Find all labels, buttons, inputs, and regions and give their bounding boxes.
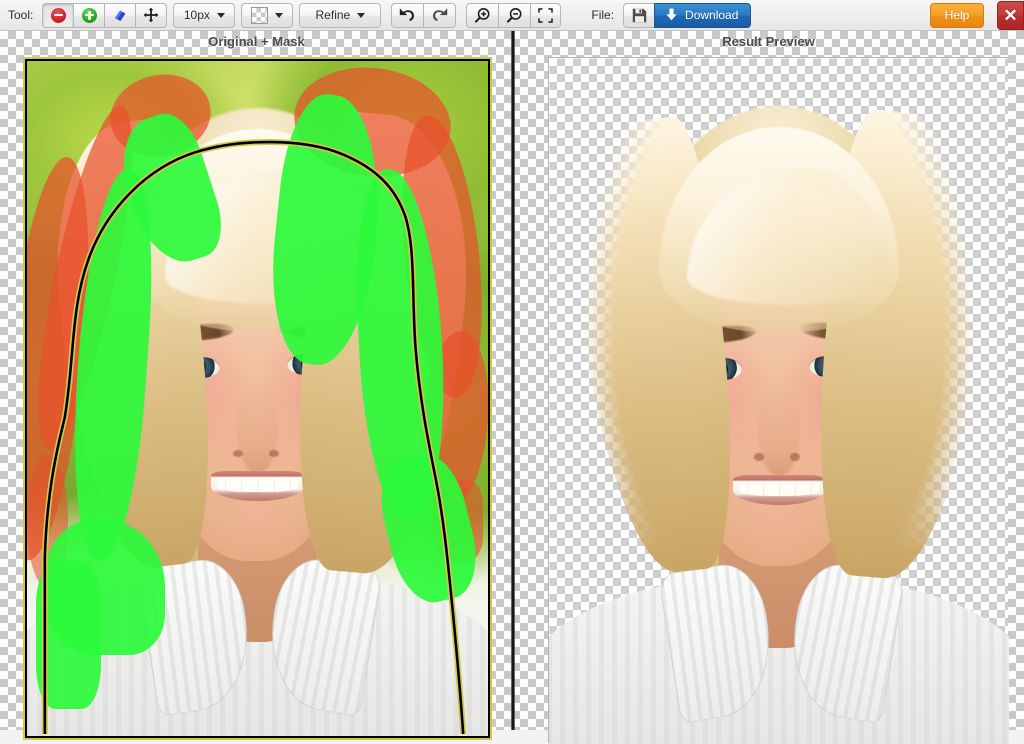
zoom-out-button[interactable] [498,2,531,28]
close-button[interactable]: ✕ [997,1,1024,30]
hair-front [549,58,1009,744]
download-label: Download [685,8,739,22]
history-button-group [391,2,457,28]
file-label: File: [591,8,615,22]
background-swatch-dropdown[interactable] [241,2,294,28]
chevron-down-icon [275,12,284,18]
help-label: Help [944,8,970,22]
redo-button[interactable] [423,2,457,28]
fit-to-screen-icon [538,7,554,23]
save-button[interactable] [623,2,655,28]
download-arrow-icon [665,8,678,22]
right-panel-title: Result Preview [722,34,815,49]
refine-dropdown[interactable]: Refine [299,2,382,28]
move-cross-icon [143,7,159,23]
fit-to-screen-button[interactable] [530,2,562,28]
left-panel-title: Original + Mask [208,34,305,49]
pan-move-tool-button[interactable] [135,2,168,28]
panel-divider[interactable] [511,31,515,730]
zoom-in-button[interactable] [466,2,499,28]
green-plus-circle-icon [81,7,97,23]
undo-arrow-icon [399,7,416,23]
file-button-group: Download [623,2,752,28]
zoom-out-icon [506,7,523,24]
keep-foreground-tool-button[interactable] [73,2,105,28]
undo-button[interactable] [391,2,424,28]
brush-size-value: 10px [183,8,210,22]
zoom-button-group [466,2,562,28]
result-preview-canvas[interactable] [549,58,1009,744]
checkerboard-swatch-icon [251,6,269,24]
tool-button-group [42,2,168,28]
red-minus-circle-icon [50,7,66,23]
zoom-in-icon [474,7,491,24]
toolbar: Tool: 10px Refine File: Download Help ✕ [0,0,1024,31]
floppy-disk-icon [632,8,647,23]
tool-label: Tool: [8,8,34,22]
result-preview-panel [548,57,1009,744]
refine-label: Refine [315,8,351,22]
download-button[interactable]: Download [654,2,752,28]
erase-background-tool-button[interactable] [42,2,74,28]
eraser-tool-button[interactable] [104,2,136,28]
help-button[interactable]: Help [930,2,984,28]
chevron-down-icon [357,12,366,18]
brush-size-dropdown[interactable]: 10px [173,2,236,28]
blue-eraser-icon [112,7,128,23]
selection-contour [41,139,467,735]
workspace: Original + Mask Result Preview [0,31,1024,744]
close-icon: ✕ [1003,5,1018,25]
original-mask-canvas[interactable] [23,57,492,740]
result-image [549,58,1009,744]
redo-arrow-icon [431,7,448,23]
chevron-down-icon [216,12,225,18]
